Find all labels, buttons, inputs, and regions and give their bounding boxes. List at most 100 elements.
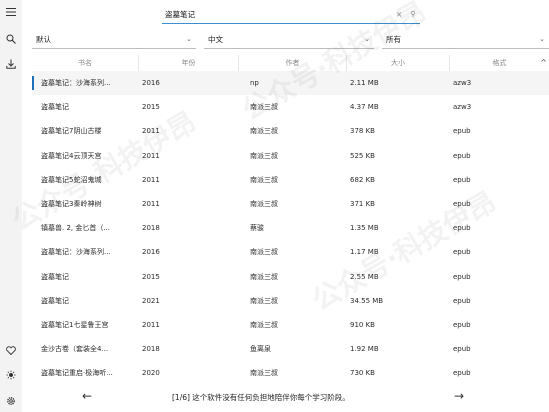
table-row[interactable]: 盗墓笔记 2015 南派三叔 4.37 MB azw3: [32, 95, 549, 119]
cell-year: 2015: [142, 103, 160, 112]
next-page-arrow-icon[interactable]: →: [454, 389, 464, 403]
search-icon[interactable]: [0, 31, 22, 47]
cell-title: 镇墓兽. 2, 金匕首（...: [41, 224, 111, 233]
cell-author: 南派三叔: [250, 151, 278, 160]
heart-icon[interactable]: [0, 342, 22, 358]
cell-author: 南派三叔: [250, 127, 278, 136]
search-box[interactable]: 盗墓笔记 × ⚲: [162, 5, 420, 24]
chevron-down-icon: ⌄: [364, 35, 370, 43]
cell-size: 2.55 MB: [350, 272, 379, 281]
sort-dropdown[interactable]: 默认 ⌄: [32, 30, 196, 49]
cell-title: 盗墓笔记: [41, 296, 69, 305]
cell-year: 2011: [142, 151, 160, 160]
table-header: 书名 年份 作者 大小 格式 ^: [32, 55, 549, 71]
cell-format: epub: [453, 320, 471, 329]
cell-year: 2011: [142, 320, 160, 329]
cell-title: 盗墓笔记1七星鲁王宫: [41, 320, 109, 329]
chevron-down-icon: ⌄: [186, 35, 192, 43]
language-dropdown-value: 中文: [208, 34, 223, 44]
main-panel: 盗墓笔记 × ⚲ 默认 ⌄ 中文 ⌄ 所有 ⌄ 书名 年份 作者 大小 格式 ^…: [22, 0, 549, 412]
cell-size: 34.55 MB: [350, 296, 384, 305]
table-row[interactable]: 盗墓笔记4云顶天宫 2011 南派三叔 525 KB epub: [32, 144, 549, 168]
column-header-author[interactable]: 作者: [238, 55, 346, 71]
cell-format: epub: [453, 200, 471, 209]
cell-title: 盗墓笔记5蛇沼鬼城: [41, 175, 102, 184]
download-icon[interactable]: [0, 56, 22, 72]
sidebar: [0, 0, 22, 412]
tip-text: [1/6] 这个软件没有任何负担地陪伴你每个学习阶段。: [172, 393, 350, 402]
table-row[interactable]: 盗墓笔记3秦岭神树 2011 南派三叔 371 KB epub: [32, 192, 549, 216]
cell-format: epub: [453, 248, 471, 257]
cell-author: 南派三叔: [250, 103, 278, 112]
table-row[interactable]: 盗墓笔记：沙海系列... 2016 np 2.11 MB azw3: [32, 71, 549, 96]
cell-size: 525 KB: [350, 151, 375, 160]
column-header-year[interactable]: 年份: [138, 55, 238, 71]
cell-format: epub: [453, 296, 471, 305]
table-row[interactable]: 盗墓笔记5蛇沼鬼城 2011 南派三叔 682 KB epub: [32, 168, 549, 192]
cell-year: 2015: [142, 272, 160, 281]
column-header-title[interactable]: 书名: [32, 55, 138, 71]
theme-icon[interactable]: [0, 367, 22, 383]
prev-page-arrow-icon[interactable]: ←: [82, 389, 92, 403]
column-header-format-label: 格式: [492, 59, 507, 67]
cell-year: 2018: [142, 345, 160, 354]
cell-format: azw3: [453, 79, 472, 88]
cell-title: 盗墓笔记3秦岭神树: [41, 200, 102, 209]
table-row[interactable]: 盗墓笔记7阴山古楼 2011 南派三叔 378 KB epub: [32, 119, 549, 143]
cell-year: 2020: [142, 369, 160, 378]
book-table: 书名 年份 作者 大小 格式 ^ 盗墓笔记：沙海系列... 2016 np 2.11 …: [32, 55, 549, 385]
table-row[interactable]: 盗墓笔记 2015 南派三叔 2.55 MB epub: [32, 265, 549, 289]
search-input[interactable]: 盗墓笔记: [162, 9, 392, 20]
cell-author: 南派三叔: [250, 296, 278, 305]
cell-author: 鱼离泉: [250, 345, 271, 354]
column-header-format[interactable]: 格式 ^: [449, 55, 549, 71]
cell-format: epub: [453, 224, 471, 233]
menu-icon[interactable]: [0, 4, 22, 20]
footer-bar: ← [1/6] 这个软件没有任何负担地陪伴你每个学习阶段。 →: [22, 386, 549, 408]
column-header-size[interactable]: 大小: [346, 55, 449, 71]
table-row[interactable]: 盗墓笔记：沙海系列... 2016 南派三叔 1.17 MB epub: [32, 240, 549, 264]
clear-icon[interactable]: ×: [392, 10, 406, 19]
cell-format: epub: [453, 369, 471, 378]
cell-author: 南派三叔: [250, 248, 278, 257]
cell-size: 1.17 MB: [350, 248, 379, 257]
cell-size: 910 KB: [350, 320, 375, 329]
table-row[interactable]: 盗墓笔记 2021 南派三叔 34.55 MB epub: [32, 289, 549, 313]
cell-title: 盗墓笔记: [41, 103, 69, 112]
table-row[interactable]: 金沙古卷（套装全4... 2018 鱼离泉 1.92 MB epub: [32, 337, 549, 361]
chevron-up-icon[interactable]: ^: [540, 55, 547, 71]
cell-size: 378 KB: [350, 127, 375, 136]
cell-year: 2016: [142, 79, 160, 88]
cell-author: 蔡骏: [250, 224, 264, 233]
cell-title: 盗墓笔记4云顶天宫: [41, 151, 102, 160]
cell-size: 4.37 MB: [350, 103, 379, 112]
cell-format: azw3: [453, 103, 472, 112]
cell-year: 2011: [142, 127, 160, 136]
settings-icon[interactable]: [0, 393, 22, 409]
cell-size: 371 KB: [350, 200, 375, 209]
cell-title: 盗墓笔记：沙海系列...: [41, 79, 111, 88]
cell-title: 金沙古卷（套装全4...: [41, 345, 109, 354]
table-row[interactable]: 镇墓兽. 2, 金匕首（... 2018 蔡骏 1.35 MB epub: [32, 216, 549, 240]
format-dropdown-value: 所有: [386, 34, 401, 44]
cell-title: 盗墓笔记: [41, 272, 69, 281]
table-row[interactable]: 盗墓笔记重启·极海听... 2020 南派三叔 730 KB epub: [32, 361, 549, 385]
cell-year: 2021: [142, 296, 160, 305]
selection-indicator: [32, 76, 34, 90]
cell-author: 南派三叔: [250, 369, 278, 378]
cell-author: 南派三叔: [250, 200, 278, 209]
cell-author: 南派三叔: [250, 272, 278, 281]
filter-bar: 默认 ⌄ 中文 ⌄ 所有 ⌄: [32, 30, 549, 50]
cell-author: 南派三叔: [250, 175, 278, 184]
cell-year: 2018: [142, 224, 160, 233]
search-submit-icon[interactable]: ⚲: [406, 10, 420, 18]
cell-size: 1.92 MB: [350, 345, 379, 354]
cell-format: epub: [453, 127, 471, 136]
cell-title: 盗墓笔记重启·极海听...: [41, 369, 113, 378]
cell-format: epub: [453, 272, 471, 281]
table-row[interactable]: 盗墓笔记1七星鲁王宫 2011 南派三叔 910 KB epub: [32, 313, 549, 337]
format-dropdown[interactable]: 所有 ⌄: [382, 30, 549, 49]
cell-year: 2011: [142, 175, 160, 184]
language-dropdown[interactable]: 中文 ⌄: [204, 30, 374, 49]
table-body: 盗墓笔记：沙海系列... 2016 np 2.11 MB azw3 盗墓笔记 2015 南派三…: [32, 71, 549, 385]
